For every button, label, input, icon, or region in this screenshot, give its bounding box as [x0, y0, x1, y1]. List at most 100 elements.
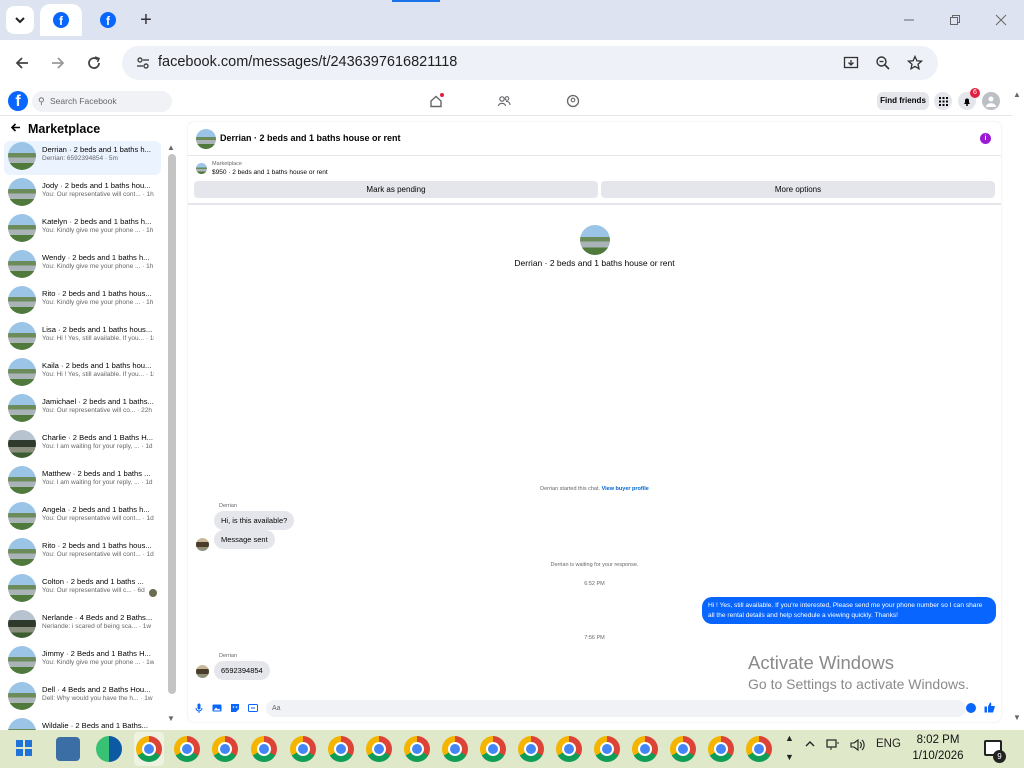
- conversation-item[interactable]: Charlie · 2 Beds and 1 Baths H... You: I…: [4, 429, 161, 463]
- reload-button[interactable]: [81, 50, 107, 76]
- conversation-item[interactable]: Rito · 2 beds and 1 baths hous... You: O…: [4, 537, 161, 571]
- chrome-taskbar-icon[interactable]: [136, 736, 162, 762]
- bookmark-star-button[interactable]: [904, 52, 926, 74]
- listing-thumbnail: [8, 286, 36, 314]
- chrome-taskbar-icon[interactable]: [670, 736, 696, 762]
- install-app-icon[interactable]: [840, 52, 862, 74]
- conversation-item[interactable]: Colton · 2 beds and 1 baths ... You: Our…: [4, 573, 161, 607]
- facebook-logo-icon[interactable]: f: [8, 91, 28, 111]
- chrome-taskbar-icon[interactable]: [290, 736, 316, 762]
- incoming-message[interactable]: Hi, is this available?: [214, 511, 295, 530]
- conversation-item[interactable]: Nerlande · 4 Beds and 2 Baths... Nerland…: [4, 609, 161, 643]
- outgoing-message[interactable]: Hi ! Yes, still available. If you're int…: [702, 597, 996, 624]
- sender-avatar[interactable]: [196, 538, 209, 551]
- conversation-item[interactable]: Jimmy · 2 Beds and 1 Baths H... You: Kin…: [4, 645, 161, 679]
- listing-source: Marketplace: [212, 161, 242, 167]
- new-tab-button[interactable]: +: [134, 8, 158, 32]
- info-icon[interactable]: i: [980, 133, 991, 144]
- gif-icon[interactable]: [248, 703, 258, 713]
- conversation-item[interactable]: Matthew · 2 beds and 1 baths ... You: I …: [4, 465, 161, 499]
- conversation-item[interactable]: Jody · 2 beds and 1 baths hou... You: Ou…: [4, 177, 161, 211]
- chrome-taskbar-icon[interactable]: [556, 736, 582, 762]
- edge-browser-icon[interactable]: [96, 736, 122, 762]
- conversation-item[interactable]: Rito · 2 beds and 1 baths hous... You: K…: [4, 285, 161, 319]
- view-buyer-profile-link[interactable]: View buyer profile: [602, 486, 649, 492]
- network-icon[interactable]: [826, 738, 840, 755]
- conversation-item[interactable]: Katelyn · 2 beds and 1 baths h... You: K…: [4, 213, 161, 247]
- windows-start-button[interactable]: [16, 740, 32, 756]
- groups-nav-button[interactable]: [565, 93, 581, 109]
- chrome-taskbar-icon[interactable]: [442, 736, 468, 762]
- tab-facebook[interactable]: f: [86, 4, 130, 36]
- chrome-taskbar-icon[interactable]: [632, 736, 658, 762]
- conversation-item[interactable]: Angela · 2 beds and 1 baths h... You: Ou…: [4, 501, 161, 535]
- address-bar[interactable]: facebook.com/messages/t/2436397616821118: [122, 46, 938, 80]
- chrome-taskbar-icon[interactable]: [328, 736, 354, 762]
- chrome-taskbar-icon[interactable]: [212, 736, 238, 762]
- home-nav-button[interactable]: [428, 93, 444, 109]
- incoming-message[interactable]: 6592394854: [214, 661, 270, 680]
- taskbar-clock-date[interactable]: 1/10/2026: [908, 750, 968, 762]
- sticker-icon[interactable]: [230, 703, 240, 713]
- conversation-item[interactable]: Kaila · 2 beds and 1 baths hou... You: H…: [4, 357, 161, 391]
- conversation-item[interactable]: Dell · 4 Beds and 2 Baths Hou... Dell: W…: [4, 681, 161, 715]
- language-indicator[interactable]: ENG: [876, 738, 901, 750]
- find-friends-button[interactable]: Find friends: [877, 92, 929, 110]
- chrome-taskbar-icon[interactable]: [518, 736, 544, 762]
- sidebar-scroll-down-icon[interactable]: ▼: [167, 714, 175, 723]
- search-placeholder: Search Facebook: [50, 96, 117, 106]
- message-input[interactable]: Aa: [266, 700, 966, 717]
- account-avatar-button[interactable]: [982, 92, 1000, 110]
- thumbs-up-icon[interactable]: [984, 702, 995, 716]
- friends-nav-button[interactable]: [496, 93, 512, 109]
- site-settings-icon[interactable]: [134, 54, 152, 72]
- restore-button[interactable]: [940, 8, 970, 32]
- mark-as-pending-button[interactable]: Mark as pending: [194, 181, 598, 198]
- more-options-button[interactable]: More options: [601, 181, 995, 198]
- page-scroll-down-icon[interactable]: ▼: [1013, 713, 1021, 722]
- sidebar-scroll-up-icon[interactable]: ▲: [167, 143, 175, 152]
- conversation-item[interactable]: Wendy · 2 beds and 1 baths h... You: Kin…: [4, 249, 161, 283]
- chrome-taskbar-icon[interactable]: [251, 736, 277, 762]
- chrome-taskbar-icon[interactable]: [480, 736, 506, 762]
- chrome-taskbar-icon[interactable]: [174, 736, 200, 762]
- photo-icon[interactable]: [212, 703, 222, 713]
- emoji-icon[interactable]: [966, 703, 976, 713]
- conversation-item[interactable]: Lisa · 2 beds and 1 baths hous... You: H…: [4, 321, 161, 355]
- plus-icon: +: [140, 8, 152, 31]
- forward-button[interactable]: [45, 50, 71, 76]
- incoming-message[interactable]: Message sent: [214, 530, 275, 549]
- chrome-taskbar-icon[interactable]: [366, 736, 392, 762]
- taskbar-clock-time[interactable]: 8:02 PM: [908, 734, 968, 746]
- chrome-taskbar-icon[interactable]: [594, 736, 620, 762]
- activate-windows-watermark: Activate Windows Go to Settings to activ…: [748, 652, 969, 692]
- page-scroll-up-icon[interactable]: ▲: [1013, 90, 1021, 99]
- sender-avatar[interactable]: [196, 665, 209, 678]
- back-button[interactable]: [9, 50, 35, 76]
- close-window-button[interactable]: [986, 8, 1016, 32]
- show-hidden-icons-chevron-icon[interactable]: [804, 738, 816, 753]
- listing-price-title[interactable]: $950 · 2 beds and 1 baths house or rent: [212, 169, 328, 176]
- conversation-item[interactable]: Wildalie · 2 Beds and 1 Baths...: [4, 717, 161, 730]
- volume-icon[interactable]: [850, 738, 866, 755]
- sidebar-scrollbar[interactable]: [168, 154, 176, 694]
- conversation-item[interactable]: Jamichael · 2 beds and 1 baths... You: O…: [4, 393, 161, 427]
- taskbar-overflow-up-icon[interactable]: ▲: [785, 733, 794, 743]
- url-text[interactable]: facebook.com/messages/t/2436397616821118: [158, 54, 457, 70]
- microphone-icon[interactable]: [194, 703, 204, 713]
- tab-facebook-active[interactable]: f: [40, 4, 82, 36]
- store-app-icon[interactable]: [56, 737, 80, 761]
- taskbar-overflow-down-icon[interactable]: ▼: [785, 752, 794, 762]
- chrome-taskbar-icon[interactable]: [746, 736, 772, 762]
- menu-grid-button[interactable]: [934, 92, 952, 110]
- chrome-taskbar-icon[interactable]: [708, 736, 734, 762]
- back-arrow-icon[interactable]: [10, 121, 21, 136]
- zoom-icon[interactable]: [872, 52, 894, 74]
- conversation-item[interactable]: Derrian · 2 beds and 1 baths h... Derria…: [4, 141, 161, 175]
- chat-title[interactable]: Derrian · 2 beds and 1 baths house or re…: [220, 133, 401, 143]
- chat-listing-avatar[interactable]: [196, 129, 216, 149]
- tab-search-button[interactable]: [6, 6, 34, 34]
- facebook-search-input[interactable]: ⚲ Search Facebook: [32, 91, 172, 112]
- minimize-button[interactable]: [894, 8, 924, 32]
- chrome-taskbar-icon[interactable]: [404, 736, 430, 762]
